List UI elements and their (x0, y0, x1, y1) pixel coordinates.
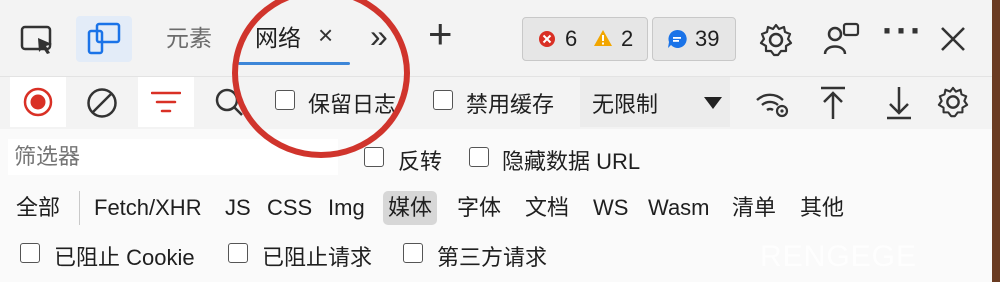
add-tab-icon[interactable]: + (428, 10, 453, 58)
network-toolbar: 保留日志 禁用缓存 无限制 (0, 76, 992, 130)
watermark-text: RENGEGE (760, 240, 918, 273)
invert-label: 反转 (398, 149, 443, 174)
dropdown-arrow-icon (704, 97, 722, 109)
tab-bar: 元素 网络 × » + 6 2 39 ··· (0, 0, 992, 76)
type-filter-font[interactable]: 字体 (457, 191, 501, 225)
resource-type-filter-row: 全部 Fetch/XHR JS CSS Img 媒体 字体 文档 WS Wasm… (0, 183, 992, 231)
issues-errors-warnings-badge[interactable]: 6 2 (522, 17, 648, 61)
close-devtools-icon[interactable] (940, 26, 966, 52)
blocked-requests-checkbox[interactable] (228, 243, 248, 263)
error-icon (539, 31, 555, 47)
filter-row: 反转 隐藏数据 URL (0, 129, 992, 183)
type-separator (79, 191, 80, 225)
blocked-cookies-checkbox[interactable] (20, 243, 40, 263)
network-conditions-icon[interactable] (754, 89, 790, 119)
issues-messages-badge[interactable]: 39 (652, 17, 736, 61)
blocked-cookies-label: 已阻止 Cookie (54, 245, 195, 270)
device-toolbar-button[interactable] (76, 16, 132, 62)
warning-icon (594, 30, 612, 46)
background-edge (992, 0, 1000, 282)
type-filter-img[interactable]: Img (328, 191, 365, 225)
throttling-select[interactable]: 无限制 (580, 77, 730, 127)
hide-data-url-label: 隐藏数据 URL (502, 149, 641, 174)
tab-network-close-icon[interactable]: × (318, 20, 333, 51)
disable-cache-checkbox[interactable] (433, 90, 453, 110)
type-filter-css[interactable]: CSS (267, 191, 312, 225)
message-icon (668, 29, 687, 48)
preserve-log-label: 保留日志 (308, 92, 397, 117)
type-filter-all[interactable]: 全部 (16, 191, 60, 225)
preserve-log-checkbox[interactable] (275, 90, 295, 110)
type-filter-wasm[interactable]: Wasm (648, 191, 710, 225)
more-tabs-icon[interactable]: » (370, 18, 388, 55)
tab-network[interactable]: 网络 (255, 18, 301, 62)
filter-toggle-button[interactable] (138, 77, 194, 127)
type-filter-fetch-xhr[interactable]: Fetch/XHR (94, 191, 202, 225)
network-settings-gear-icon[interactable] (936, 85, 970, 119)
tab-elements[interactable]: 元素 (166, 18, 212, 62)
more-options-icon[interactable]: ··· (882, 10, 924, 52)
type-filter-ws[interactable]: WS (593, 191, 628, 225)
filter-icon (151, 91, 181, 113)
clear-icon[interactable] (86, 87, 118, 119)
type-filter-manifest[interactable]: 清单 (732, 191, 776, 225)
type-filter-js[interactable]: JS (225, 191, 251, 225)
type-filter-other[interactable]: 其他 (800, 191, 844, 225)
message-count: 39 (695, 26, 720, 51)
device-emulation-icon (87, 22, 121, 55)
warning-count: 2 (621, 26, 634, 51)
record-icon (23, 87, 53, 117)
type-filter-media[interactable]: 媒体 (383, 191, 438, 225)
throttling-value: 无限制 (592, 92, 659, 117)
import-har-icon[interactable] (818, 85, 848, 121)
third-party-label: 第三方请求 (437, 245, 548, 270)
disable-cache-label: 禁用缓存 (466, 92, 555, 117)
invert-checkbox[interactable] (364, 147, 384, 167)
record-button[interactable] (10, 77, 66, 127)
type-filter-doc[interactable]: 文档 (525, 191, 569, 225)
search-icon[interactable] (214, 87, 244, 119)
customize-devtools-icon[interactable] (822, 20, 862, 58)
active-tab-indicator (238, 62, 350, 65)
settings-gear-icon[interactable] (758, 22, 794, 58)
blocked-requests-label: 已阻止请求 (262, 245, 373, 270)
filter-input[interactable] (8, 139, 338, 175)
inspect-element-icon[interactable] (20, 24, 56, 56)
third-party-checkbox[interactable] (403, 243, 423, 263)
error-count: 6 (565, 26, 578, 51)
export-har-icon[interactable] (884, 85, 914, 121)
hide-data-url-checkbox[interactable] (469, 147, 489, 167)
